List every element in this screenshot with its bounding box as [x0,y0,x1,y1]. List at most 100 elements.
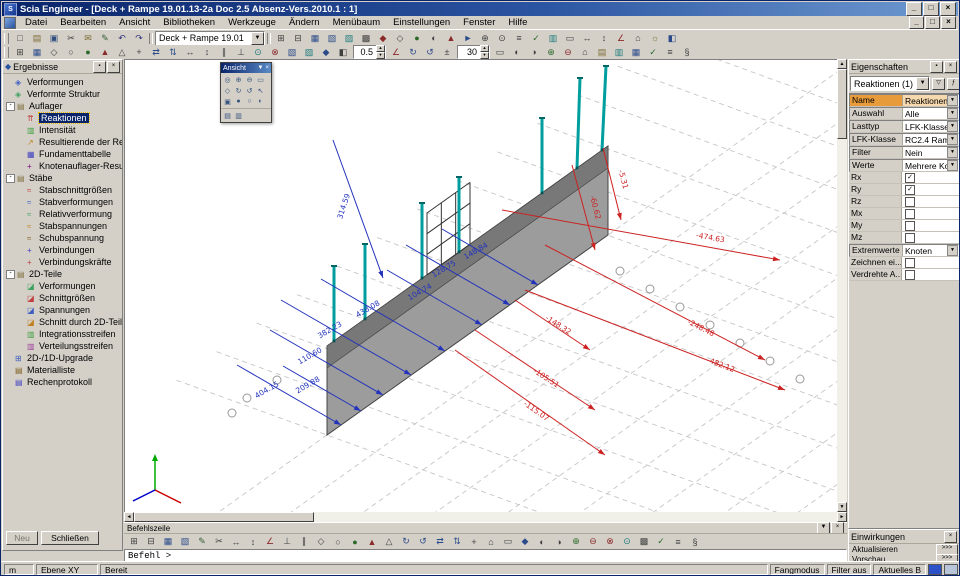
toolbar-icon[interactable]: ◑ [551,535,567,549]
toolbar-icon[interactable]: ◧ [335,45,351,59]
menu-item[interactable]: Bibliotheken [157,16,221,29]
checkbox[interactable] [905,197,915,207]
toolbar-icon[interactable]: ✓ [645,45,661,59]
vertical-scroll-thumb[interactable] [837,69,847,139]
toolbar-icon[interactable]: ▭ [500,535,516,549]
toolbar-icon[interactable]: ◐ [534,535,550,549]
view-tool-icon[interactable]: ⊕ [233,74,244,85]
view-tool-icon[interactable]: ▤ [222,110,233,121]
menu-item[interactable]: Menübaum [327,16,387,29]
checkbox[interactable] [905,209,915,219]
activity-combo[interactable]: Deck + Rampe 19.01 ▼ [155,31,265,46]
toolbar-icon[interactable]: ✂ [63,31,79,45]
toolbar-icon[interactable]: ↻ [405,45,421,59]
property-value[interactable]: Nein ▼ [903,147,958,158]
close-icon[interactable]: × [107,61,120,73]
toolbar-icon[interactable]: ● [347,535,363,549]
vertical-scrollbar[interactable]: ▲ ▼ [837,59,847,512]
property-value[interactable]: Mehrere Kompon ▼ [903,160,958,171]
toolbar-icon[interactable]: ⊞ [126,535,142,549]
toolbar-icon[interactable]: ⇄ [148,45,164,59]
toolbar-icon[interactable]: ◇ [46,45,62,59]
toolbar-icon[interactable]: ∠ [613,31,629,45]
chevron-down-icon[interactable]: ▼ [251,32,264,45]
toolbar-icon[interactable]: ⊞ [12,45,28,59]
chevron-down-icon[interactable]: ▼ [947,121,958,132]
checkbox[interactable] [905,233,915,243]
spinner-arrows[interactable]: ▲▼ [376,45,385,59]
property-value[interactable]: ✓ ▼ [902,184,959,195]
toolbar-icon[interactable]: ► [460,31,476,45]
toolbar-icon[interactable]: ⇅ [165,45,181,59]
toolbar-icon[interactable]: ⇅ [449,535,465,549]
tree-item[interactable]: ◪ Schnitt durch 2D-Teil [3,316,122,328]
toolbar-icon[interactable]: ◐ [426,31,442,45]
toolbar-icon[interactable]: ◧ [664,31,680,45]
tree-item[interactable]: ◪ Schnittgrößen [3,292,122,304]
toolbar-icon[interactable]: ✉ [80,31,96,45]
chevron-down-icon[interactable]: ▼ [947,147,958,158]
function-icon[interactable]: ƒ [947,78,960,90]
toolbar-icon[interactable]: ▦ [307,31,323,45]
toolbar-icon[interactable]: ↷ [131,31,147,45]
chevron-down-icon[interactable]: ▼ [947,245,958,256]
toolbar-icon[interactable]: ⊟ [290,31,306,45]
selection-combo[interactable]: Reaktionen (1) ▼ [850,76,930,91]
toolbar-icon[interactable]: ⌂ [630,31,646,45]
tree-item[interactable]: ◈ Verformte Struktur [3,88,122,100]
property-value[interactable]: Alle ▼ [903,108,958,119]
horizontal-scroll-thumb[interactable] [134,512,314,522]
toolbar-icon[interactable]: ✂ [211,535,227,549]
menu-item[interactable]: Werkzeuge [222,16,282,29]
tree-item[interactable]: ≈ Stabverformungen [3,196,122,208]
property-value[interactable]: Reaktionen ▼ [903,95,958,106]
toolbar-icon[interactable]: ○ [63,45,79,59]
menu-item[interactable]: Hilfe [502,16,533,29]
toolbar-icon[interactable]: ⊟ [143,535,159,549]
restore-button[interactable]: □ [923,2,939,16]
toolbar-icon[interactable]: ▦ [160,535,176,549]
tree-item[interactable]: - ▤ Stäbe [3,172,122,184]
toolbar-icon[interactable]: + [131,45,147,59]
toolbar-icon[interactable]: ▥ [545,31,561,45]
toolbar-icon[interactable]: ⊙ [619,535,635,549]
toolbar-grip[interactable] [4,47,9,58]
toolbar-icon[interactable]: ✎ [194,535,210,549]
mdi-minimize-button[interactable]: _ [909,16,924,29]
chevron-down-icon[interactable]: ▼ [947,95,958,106]
toolbar-icon[interactable]: ⊕ [477,31,493,45]
tree-item[interactable]: - ▤ Auflager [3,100,122,112]
new-button[interactable]: Neu [6,531,38,545]
property-value[interactable]: Knoten ▼ [903,245,958,256]
tree-item[interactable]: ≈ Stabschnittgrößen [3,184,122,196]
tree-item[interactable]: ≈ Relativverformung [3,208,122,220]
model-svg[interactable]: 404.15209.88110.60382.23438.08104.74128.… [125,60,838,513]
command-panel-header[interactable]: Befehlszeile ▼ × [124,522,847,533]
menu-item[interactable]: Einstellungen [387,16,456,29]
toolbar-icon[interactable]: ◆ [318,45,334,59]
checkbox[interactable] [905,270,915,280]
chevron-down-icon[interactable]: ▼ [258,65,264,71]
tree-item[interactable]: ◪ Verformungen [3,280,122,292]
toolbar-grip[interactable] [4,33,9,44]
tree-item[interactable]: + Verbindungen [3,244,122,256]
toolbar-icon[interactable]: ▥ [611,45,627,59]
toolbar-icon[interactable]: ◆ [375,31,391,45]
property-value[interactable]: ▼ [902,257,959,268]
close-icon[interactable]: × [265,65,269,71]
toolbar-icon[interactable]: + [466,535,482,549]
checkbox[interactable]: ✓ [905,173,915,183]
toolbar-icon[interactable]: ▭ [492,45,508,59]
menu-item[interactable]: Ändern [283,16,326,29]
filter-indicator[interactable]: Filter aus [827,564,872,575]
toolbar-icon[interactable]: ↕ [596,31,612,45]
close-icon[interactable]: × [944,61,957,73]
mdi-restore-button[interactable]: □ [925,16,940,29]
checkbox[interactable] [905,258,915,268]
checkbox[interactable] [905,221,915,231]
toolbar-icon[interactable]: ● [80,45,96,59]
property-value[interactable]: ▼ [902,220,959,231]
close-panel-button[interactable]: Schließen [41,531,99,545]
tree-item[interactable]: ▥ Verteilungsstreifen [3,340,122,352]
toolbar-icon[interactable]: ◑ [526,45,542,59]
